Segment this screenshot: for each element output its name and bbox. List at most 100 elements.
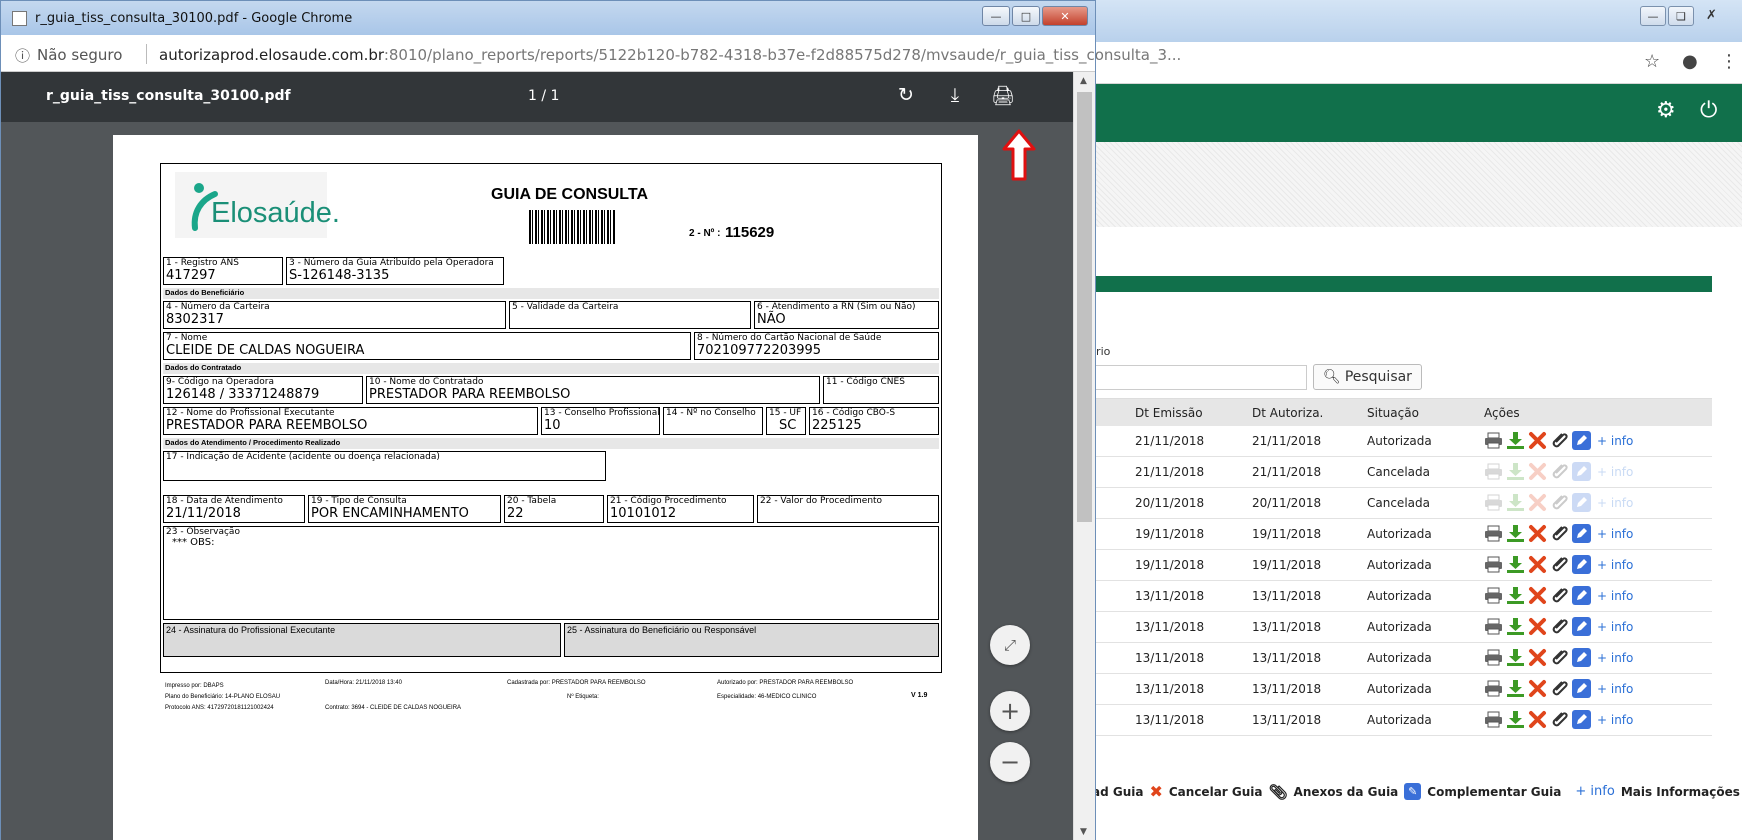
zoom-out-button[interactable]: − [990, 742, 1030, 782]
search-button[interactable]: 🔍︎ Pesquisar [1313, 364, 1422, 390]
power-icon[interactable]: ⏻ [1700, 98, 1717, 123]
more-info-link[interactable]: + info [1597, 651, 1633, 665]
more-info-link[interactable]: + info [1597, 465, 1633, 479]
field-cns: 8 - Número do Cartão Nacional de Saúde 7… [694, 332, 939, 360]
cancel-icon[interactable] [1528, 710, 1547, 729]
edit-icon[interactable] [1572, 586, 1591, 605]
more-info-link[interactable]: + info [1597, 713, 1633, 727]
minimize-button[interactable]: — [1640, 6, 1666, 26]
edit-icon[interactable] [1572, 493, 1591, 512]
security-indicator[interactable]: Não seguro [37, 46, 122, 64]
edit-icon[interactable] [1572, 648, 1591, 667]
cancel-icon[interactable] [1528, 555, 1547, 574]
printer-icon[interactable] [1484, 679, 1503, 698]
paperclip-icon[interactable] [1550, 431, 1569, 450]
app-header: ⚙ ⏻ [1092, 84, 1742, 142]
edit-icon[interactable] [1572, 617, 1591, 636]
download-icon[interactable] [1506, 617, 1525, 636]
printer-icon[interactable] [1484, 555, 1503, 574]
restore-button[interactable]: ❏ [1668, 6, 1694, 26]
vertical-scrollbar[interactable]: ▲ ▼ [1073, 72, 1095, 840]
cancel-icon[interactable] [1528, 617, 1547, 636]
search-input[interactable] [1092, 365, 1307, 390]
fit-to-page-button[interactable]: ⤢ [990, 625, 1030, 665]
url-text[interactable]: autorizaprod.elosaude.com.br:8010/plano_… [159, 46, 1181, 64]
more-info-link[interactable]: + info [1597, 527, 1633, 541]
paperclip-icon[interactable] [1550, 710, 1569, 729]
download-icon[interactable] [1506, 462, 1525, 481]
minimize-button[interactable]: — [982, 6, 1010, 26]
cancel-icon[interactable] [1528, 648, 1547, 667]
cancel-icon[interactable] [1528, 462, 1547, 481]
printer-icon[interactable] [1484, 617, 1503, 636]
download-icon[interactable] [1506, 524, 1525, 543]
row-actions: + info [1484, 586, 1633, 605]
paperclip-icon[interactable] [1550, 617, 1569, 636]
cancel-icon[interactable] [1528, 431, 1547, 450]
edit-icon[interactable] [1572, 710, 1591, 729]
download-icon[interactable] [1506, 555, 1525, 574]
more-info-link[interactable]: + info [1597, 620, 1633, 634]
scroll-down-arrow[interactable]: ▼ [1080, 827, 1087, 837]
printer-icon[interactable] [1484, 586, 1503, 605]
paperclip-icon[interactable] [1550, 648, 1569, 667]
close-button[interactable]: ✕ [1042, 6, 1088, 26]
cancel-icon[interactable] [1528, 679, 1547, 698]
printer-icon[interactable] [1484, 648, 1503, 667]
edit-icon[interactable] [1572, 555, 1591, 574]
popup-titlebar: r_guia_tiss_consulta_30100.pdf - Google … [1, 1, 1095, 35]
printer-icon[interactable] [1484, 431, 1503, 450]
more-info-link[interactable]: + info [1597, 496, 1633, 510]
edit-icon[interactable] [1572, 431, 1591, 450]
field-value: 10101012 [610, 506, 677, 521]
more-info-link[interactable]: + info [1597, 434, 1633, 448]
section-divider [1092, 276, 1712, 292]
cancel-icon[interactable] [1528, 524, 1547, 543]
menu-icon[interactable]: ⋮ [1720, 51, 1738, 72]
paperclip-icon[interactable] [1550, 586, 1569, 605]
download-icon[interactable] [1506, 710, 1525, 729]
cell-autoriza: 20/11/2018 [1252, 496, 1322, 510]
rotate-icon[interactable]: ↻ [893, 84, 919, 106]
printer-icon[interactable] [1484, 462, 1503, 481]
cancel-icon[interactable] [1528, 586, 1547, 605]
zoom-in-button[interactable]: + [990, 691, 1030, 731]
download-icon[interactable] [1506, 679, 1525, 698]
cancel-icon[interactable] [1528, 493, 1547, 512]
printer-icon[interactable] [1484, 524, 1503, 543]
more-info-link[interactable]: + info [1597, 682, 1633, 696]
download-icon[interactable] [1506, 493, 1525, 512]
paperclip-icon[interactable] [1550, 679, 1569, 698]
print-icon[interactable]: 🖨︎ [990, 84, 1016, 107]
download-icon[interactable] [1506, 431, 1525, 450]
download-icon[interactable]: ⤓ [942, 84, 968, 106]
field-conselho: 13 - Conselho Profissional 10 [541, 407, 660, 435]
close-icon[interactable]: ✗ [1706, 8, 1717, 23]
star-icon[interactable]: ☆ [1644, 51, 1660, 72]
scroll-up-arrow[interactable]: ▲ [1080, 76, 1087, 86]
field-label: 16 - Código CBO-S [812, 408, 896, 418]
edit-icon[interactable] [1572, 462, 1591, 481]
download-icon[interactable] [1506, 648, 1525, 667]
paperclip-icon[interactable] [1550, 524, 1569, 543]
col-acoes: Ações [1484, 406, 1520, 420]
field-value: NÃO [757, 312, 786, 327]
paperclip-icon[interactable] [1550, 555, 1569, 574]
edit-icon[interactable] [1572, 679, 1591, 698]
printer-icon[interactable] [1484, 493, 1503, 512]
more-info-link[interactable]: + info [1597, 558, 1633, 572]
printer-icon[interactable] [1484, 710, 1503, 729]
more-info-link[interactable]: + info [1597, 589, 1633, 603]
maximize-button[interactable]: □ [1012, 6, 1040, 26]
address-bar[interactable]: ⓘ Não seguro autorizaprod.elosaude.com.b… [1, 35, 1181, 72]
account-icon[interactable]: ● [1682, 51, 1698, 72]
gear-icon[interactable]: ⚙ [1656, 98, 1676, 123]
paperclip-icon[interactable] [1550, 462, 1569, 481]
paperclip-icon[interactable] [1550, 493, 1569, 512]
download-icon[interactable] [1506, 586, 1525, 605]
scrollbar-thumb[interactable] [1077, 92, 1092, 522]
info-icon[interactable]: ⓘ [15, 45, 30, 66]
edit-icon[interactable] [1572, 524, 1591, 543]
cell-situacao: Autorizada [1367, 558, 1432, 572]
cancel-icon: ✖ [1149, 782, 1163, 801]
